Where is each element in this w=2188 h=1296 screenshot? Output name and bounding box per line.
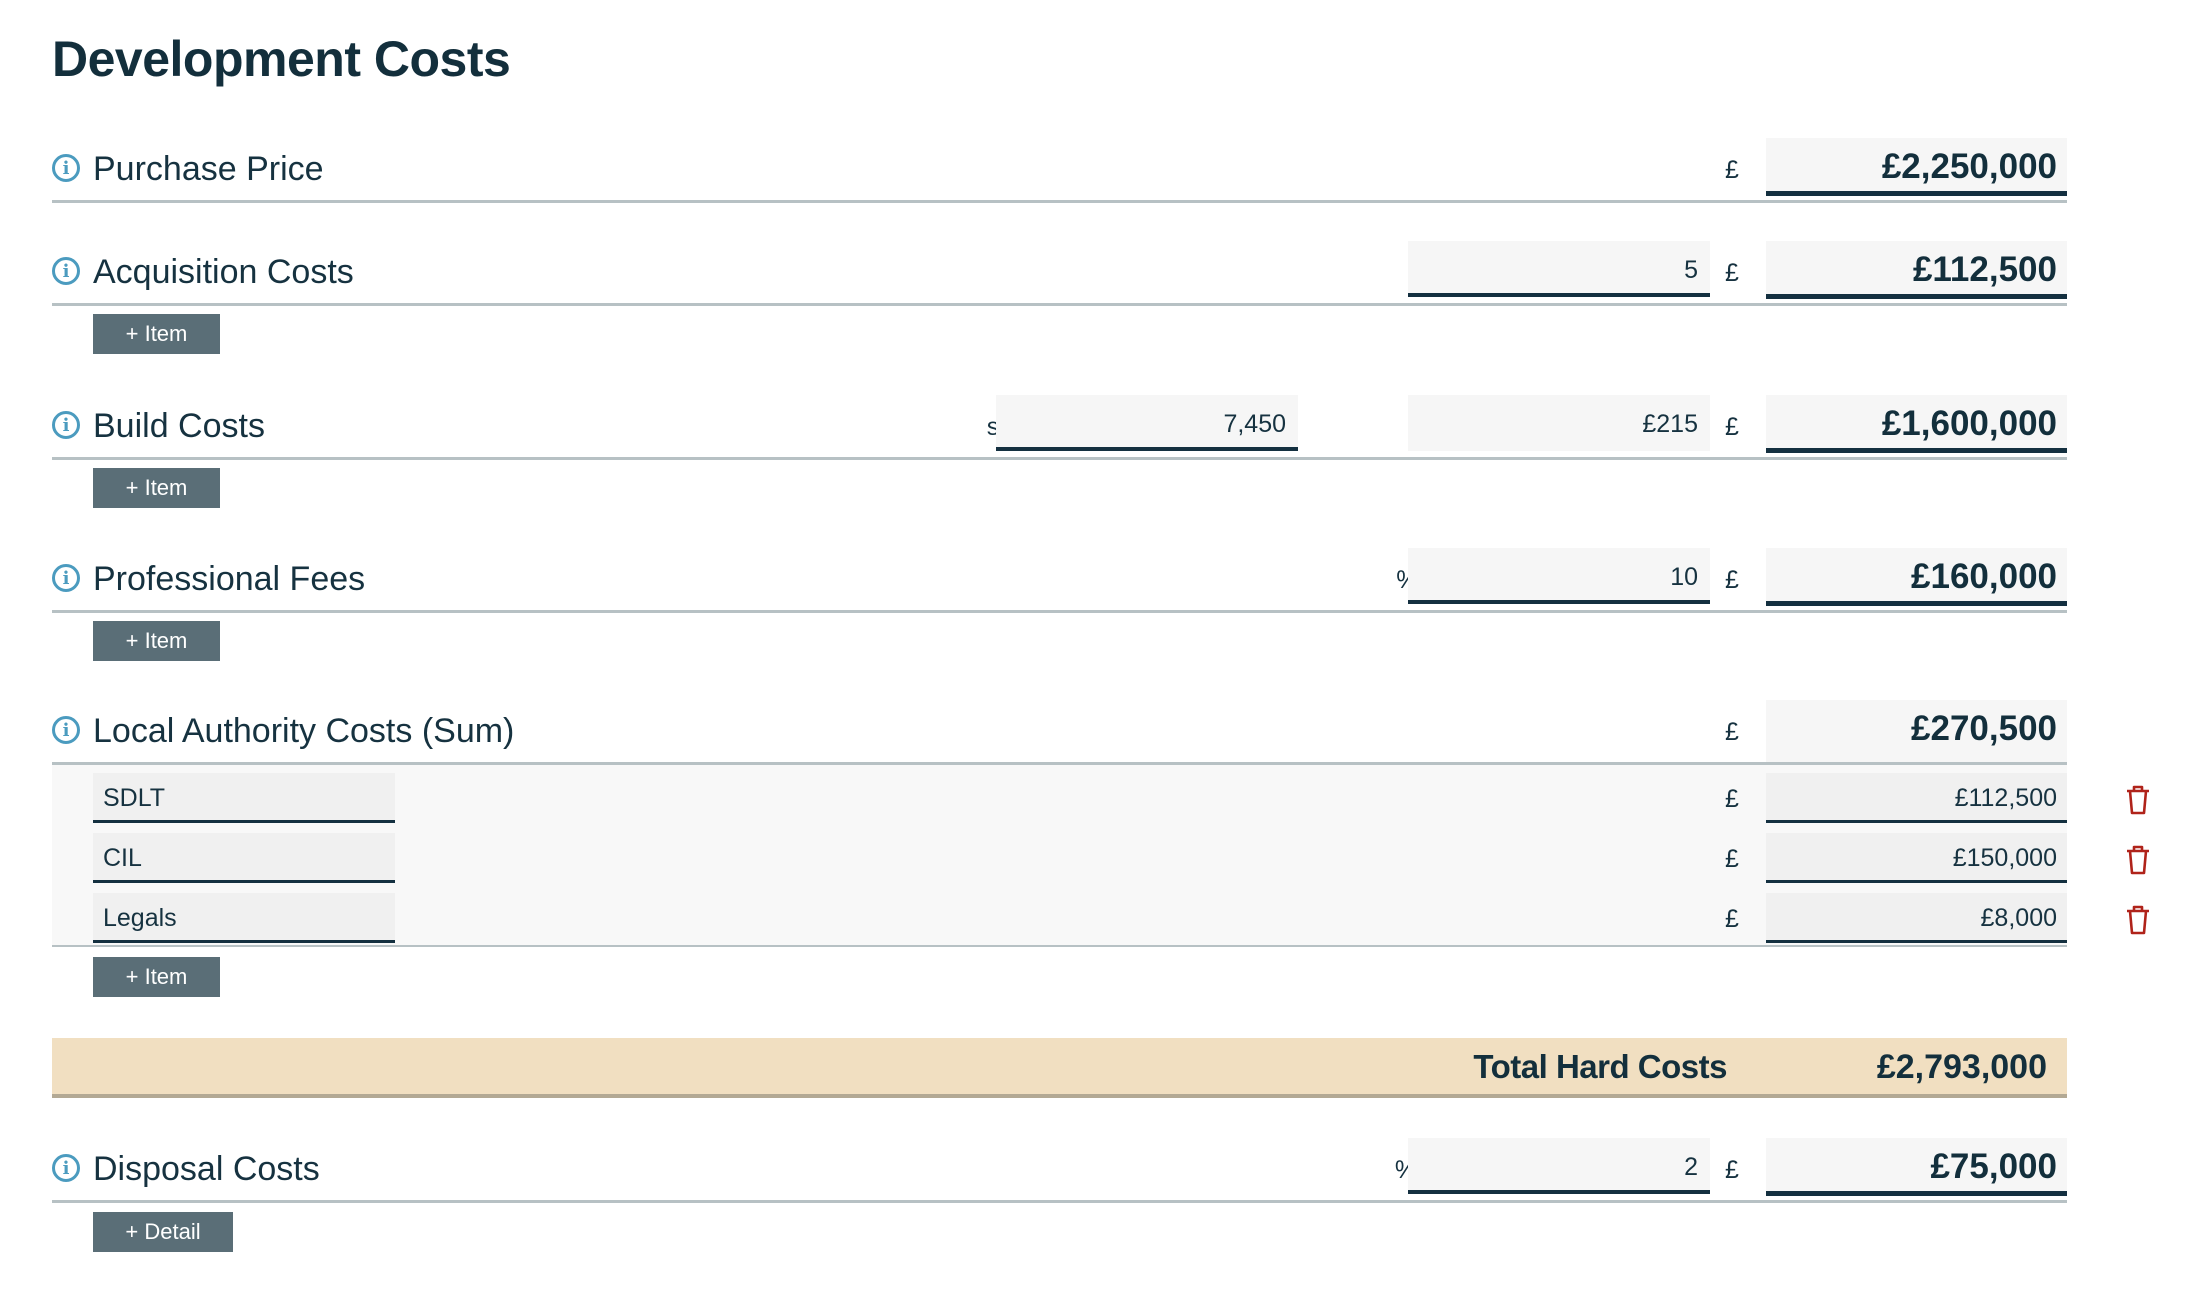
acquisition-costs-label: Acquisition Costs — [93, 253, 354, 291]
professional-fees-label: Professional Fees — [93, 560, 366, 598]
build-costs-row: i Build Costs sqft 7,450 £/sqft £215 £ £… — [52, 395, 2067, 460]
currency-symbol: £ — [1725, 259, 1739, 287]
build-costs-label: Build Costs — [93, 407, 265, 445]
total-hard-costs-label: Total Hard Costs — [1473, 1048, 1727, 1085]
trash-icon[interactable] — [2125, 905, 2151, 935]
purchase-price-label: Purchase Price — [93, 150, 324, 188]
currency-symbol: £ — [1725, 156, 1739, 184]
local-authority-items: SDLT £ £112,500 CIL £ £150,000 Legals £ … — [52, 765, 2067, 947]
local-authority-value: £270,500 — [1766, 700, 2067, 762]
build-sqft-input[interactable]: 7,450 — [996, 395, 1298, 451]
local-authority-add-item-button[interactable]: + Item — [93, 957, 220, 997]
acquisition-add-item-button[interactable]: + Item — [93, 314, 220, 354]
disposal-costs-value[interactable]: £75,000 — [1766, 1138, 2067, 1196]
trash-icon[interactable] — [2125, 785, 2151, 815]
currency-symbol: £ — [1725, 566, 1739, 594]
build-rate-input[interactable]: £215 — [1408, 395, 1710, 451]
disposal-percent-input[interactable]: 2 — [1408, 1138, 1710, 1194]
item-value-input[interactable]: £112,500 — [1766, 773, 2067, 823]
info-icon[interactable]: i — [52, 564, 80, 592]
build-costs-value[interactable]: £1,600,000 — [1766, 395, 2067, 453]
build-add-item-button[interactable]: + Item — [93, 468, 220, 508]
purchase-price-value[interactable]: £2,250,000 — [1766, 138, 2067, 196]
info-icon[interactable]: i — [52, 154, 80, 182]
purchase-price-row: i Purchase Price £ £2,250,000 — [52, 138, 2067, 203]
currency-symbol: £ — [1725, 845, 1739, 873]
info-icon[interactable]: i — [52, 716, 80, 744]
total-hard-costs-value: £2,793,000 — [1876, 1048, 2047, 1086]
page-title: Development Costs — [52, 31, 511, 87]
trash-icon[interactable] — [2125, 845, 2151, 875]
local-authority-row: i Local Authority Costs (Sum) £ £270,500 — [52, 700, 2067, 765]
professional-percent-input[interactable]: 10 — [1408, 548, 1710, 604]
disposal-costs-row: i Disposal Costs % of GDV 2 £ £75,000 — [52, 1138, 2067, 1203]
item-name-input[interactable]: CIL — [93, 833, 395, 883]
info-icon[interactable]: i — [52, 257, 80, 285]
currency-symbol: £ — [1725, 718, 1739, 746]
acquisition-costs-value[interactable]: £112,500 — [1766, 241, 2067, 299]
item-name-input[interactable]: Legals — [93, 893, 395, 943]
professional-fees-value[interactable]: £160,000 — [1766, 548, 2067, 606]
disposal-costs-label: Disposal Costs — [93, 1150, 320, 1188]
disposal-add-detail-button[interactable]: + Detail — [93, 1212, 233, 1252]
currency-symbol: £ — [1725, 905, 1739, 933]
currency-symbol: £ — [1725, 1156, 1739, 1184]
total-hard-costs-band: Total Hard Costs £2,793,000 — [52, 1038, 2067, 1098]
info-icon[interactable]: i — [52, 1154, 80, 1182]
local-authority-label: Local Authority Costs (Sum) — [93, 712, 515, 750]
acquisition-costs-row: i Acquisition Costs % of PP 5 £ £112,500 — [52, 241, 2067, 306]
item-value-input[interactable]: £8,000 — [1766, 893, 2067, 943]
info-icon[interactable]: i — [52, 411, 80, 439]
acquisition-percent-input[interactable]: 5 — [1408, 241, 1710, 297]
currency-symbol: £ — [1725, 413, 1739, 441]
currency-symbol: £ — [1725, 785, 1739, 813]
professional-add-item-button[interactable]: + Item — [93, 621, 220, 661]
item-name-input[interactable]: SDLT — [93, 773, 395, 823]
professional-fees-row: i Professional Fees % of build 10 £ £160… — [52, 548, 2067, 613]
item-value-input[interactable]: £150,000 — [1766, 833, 2067, 883]
